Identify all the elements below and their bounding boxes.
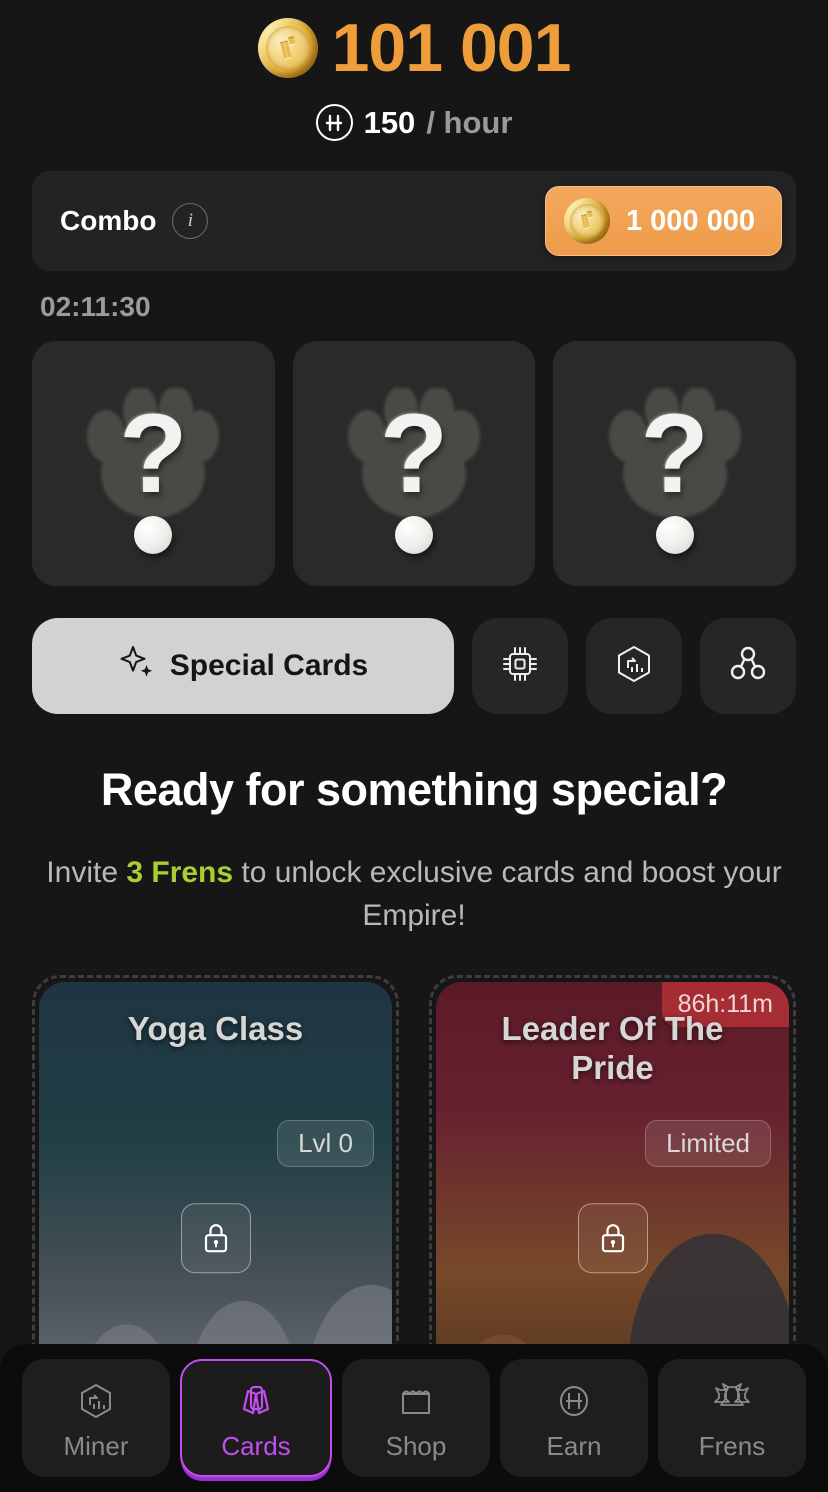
question-mark-icon: ? xyxy=(640,391,709,517)
tab-special-cards[interactable]: Special Cards xyxy=(32,618,454,714)
card-title: Leader Of The Pride xyxy=(501,1010,724,1087)
category-tabs: Special Cards xyxy=(32,618,796,714)
nav-item-cards[interactable]: Cards xyxy=(180,1359,332,1477)
card-level-badge: Lvl 0 xyxy=(277,1120,374,1168)
balance-amount: 101 001 xyxy=(331,10,572,86)
page-title: Ready for something special? xyxy=(100,764,728,815)
h-coin-icon xyxy=(552,1375,596,1427)
nav-label-earn: Earn xyxy=(546,1430,602,1461)
sparkle-icon xyxy=(118,643,156,689)
info-icon[interactable]: i xyxy=(172,203,209,239)
gold-coin-icon: ⑈ xyxy=(251,11,324,85)
lock-icon xyxy=(180,1202,251,1273)
cats-group-icon xyxy=(708,1375,756,1427)
hierarchy-icon xyxy=(727,643,769,690)
lock-icon xyxy=(577,1202,648,1273)
cube-chart-icon xyxy=(612,642,656,691)
tab-special-cards-label: Special Cards xyxy=(169,649,369,682)
tab-pr-team[interactable] xyxy=(472,618,568,714)
question-mark-icon: ? xyxy=(119,391,188,517)
rate-unit: / hour xyxy=(426,104,513,140)
hourly-rate: 150 / hour xyxy=(0,104,828,141)
promo-highlight: 3 Frens xyxy=(126,856,234,889)
rate-value: 150 xyxy=(363,104,416,140)
bottom-navigation: Miner Cards Shop Earn Frens xyxy=(0,1344,828,1492)
combo-slot[interactable]: ? xyxy=(32,341,275,586)
tab-legal[interactable] xyxy=(700,618,796,714)
combo-prize-button[interactable]: ⑈ 1 000 000 xyxy=(544,186,782,256)
combo-card[interactable]: Combo i ⑈ 1 000 000 xyxy=(32,171,796,271)
combo-slot[interactable]: ? xyxy=(553,341,797,586)
promo-sub-prefix: Invite xyxy=(46,856,127,889)
combo-left: Combo i xyxy=(60,203,209,239)
combo-prize-value: 1 000 000 xyxy=(625,204,755,237)
combo-label: Combo xyxy=(60,205,157,236)
cube-chart-icon xyxy=(74,1375,118,1427)
promo-sub-suffix: to unlock exclusive cards and boost your… xyxy=(233,856,782,932)
nav-label-frens: Frens xyxy=(698,1430,766,1461)
gold-coin-icon: ⑈ xyxy=(559,193,615,249)
nav-label-miner: Miner xyxy=(63,1430,129,1461)
app-root: ⑈ 101 001 150 / hour Combo i ⑈ 1 000 000… xyxy=(0,0,828,1492)
storefront-icon xyxy=(394,1375,438,1427)
nav-item-earn[interactable]: Earn xyxy=(500,1359,648,1477)
nav-label-cards: Cards xyxy=(221,1430,291,1461)
card-limited-badge: Limited xyxy=(645,1120,771,1168)
balance-display: ⑈ 101 001 xyxy=(0,10,828,86)
card-title: Yoga Class xyxy=(127,1010,304,1048)
card-stack-icon xyxy=(234,1375,278,1427)
nav-item-frens[interactable]: Frens xyxy=(658,1359,806,1477)
nav-item-shop[interactable]: Shop xyxy=(342,1359,490,1477)
promo-subtitle: Invite 3 Frens to unlock exclusive cards… xyxy=(44,852,784,937)
combo-slots: ? ? ? xyxy=(32,341,797,586)
nav-label-shop: Shop xyxy=(385,1430,447,1461)
h-coin-icon xyxy=(315,104,353,141)
cpu-chip-icon xyxy=(499,643,541,690)
nav-item-miner[interactable]: Miner xyxy=(22,1359,170,1477)
question-mark-icon: ? xyxy=(379,391,449,517)
combo-timer: 02:11:30 xyxy=(40,291,151,322)
tab-markets[interactable] xyxy=(586,618,682,714)
combo-slot[interactable]: ? xyxy=(292,341,536,586)
